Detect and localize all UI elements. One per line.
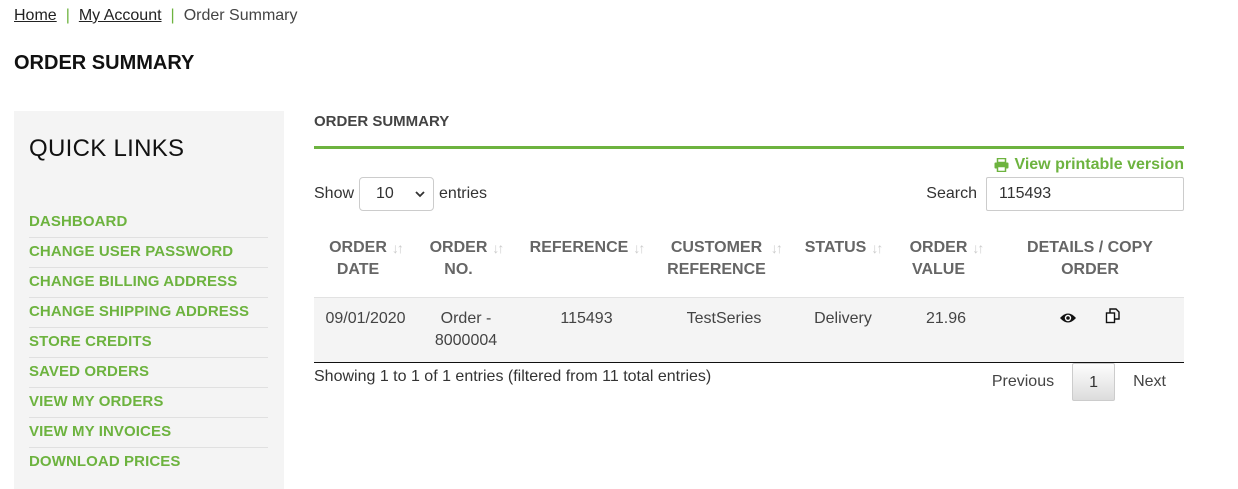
search-control: Search bbox=[926, 177, 1184, 211]
pagination: Previous 1 Next bbox=[974, 363, 1184, 401]
breadcrumb-separator: | bbox=[65, 7, 70, 24]
order-summary-panel: ORDER SUMMARY View printable version Sho… bbox=[314, 111, 1184, 401]
printable-version-label: View printable version bbox=[1014, 156, 1184, 173]
section-title: ORDER SUMMARY bbox=[314, 111, 1184, 149]
sidebar-item-change-password: CHANGE USER PASSWORD bbox=[29, 238, 268, 268]
copy-icon[interactable] bbox=[1105, 308, 1121, 331]
search-input[interactable] bbox=[986, 177, 1184, 211]
sidebar-link-view-orders[interactable]: VIEW MY ORDERS bbox=[29, 393, 163, 410]
cell-order-date: 09/01/2020 bbox=[314, 297, 417, 363]
sidebar-item-saved-orders: SAVED ORDERS bbox=[29, 358, 268, 388]
sort-icon: ↓↑ bbox=[972, 240, 984, 256]
sidebar-link-saved-orders[interactable]: SAVED ORDERS bbox=[29, 363, 149, 380]
column-header-order-date[interactable]: ORDER DATE ↓↑ bbox=[314, 229, 417, 298]
table-info: Showing 1 to 1 of 1 entries (filtered fr… bbox=[314, 368, 712, 385]
cell-order-no: Order -8000004 bbox=[417, 297, 515, 363]
pagination-previous[interactable]: Previous bbox=[974, 363, 1072, 401]
quick-links-sidebar: QUICK LINKS DASHBOARD CHANGE USER PASSWO… bbox=[14, 111, 284, 489]
entries-label: entries bbox=[439, 185, 488, 202]
breadcrumb-current: Order Summary bbox=[183, 7, 298, 24]
cell-customer-reference: TestSeries bbox=[658, 297, 790, 363]
eye-icon[interactable] bbox=[1059, 309, 1077, 331]
sidebar-list: DASHBOARD CHANGE USER PASSWORD CHANGE BI… bbox=[29, 208, 268, 478]
column-header-details-copy: DETAILS / COPY ORDER bbox=[996, 229, 1184, 298]
pagination-page-1[interactable]: 1 bbox=[1072, 363, 1116, 401]
search-label: Search bbox=[926, 185, 977, 202]
orders-table: ORDER DATE ↓↑ ORDER NO. ↓↑ REFERENCE ↓↑ CUSTO… bbox=[314, 229, 1184, 363]
sidebar-link-change-shipping[interactable]: CHANGE SHIPPING ADDRESS bbox=[29, 303, 249, 320]
table-header-row: ORDER DATE ↓↑ ORDER NO. ↓↑ REFERENCE ↓↑ CUSTO… bbox=[314, 229, 1184, 298]
page-title: ORDER SUMMARY bbox=[14, 52, 195, 74]
sidebar-item-download-prices: DOWNLOAD PRICES bbox=[29, 448, 268, 478]
sidebar-link-change-billing[interactable]: CHANGE BILLING ADDRESS bbox=[29, 273, 237, 290]
entries-select[interactable]: 10 bbox=[359, 177, 435, 211]
breadcrumb-home-link[interactable]: Home bbox=[14, 7, 57, 25]
sidebar-item-change-billing: CHANGE BILLING ADDRESS bbox=[29, 268, 268, 298]
sidebar-link-download-prices[interactable]: DOWNLOAD PRICES bbox=[29, 453, 181, 470]
breadcrumb-account-link[interactable]: My Account bbox=[79, 7, 162, 25]
sort-icon: ↓↑ bbox=[633, 240, 645, 256]
sidebar-item-dashboard: DASHBOARD bbox=[29, 208, 268, 238]
pagination-next[interactable]: Next bbox=[1115, 363, 1184, 401]
cell-actions bbox=[996, 297, 1184, 363]
page-length-control: Show 10 entries bbox=[314, 177, 487, 211]
column-header-order-value[interactable]: ORDER VALUE ↓↑ bbox=[896, 229, 996, 298]
cell-reference: 115493 bbox=[515, 297, 658, 363]
sort-icon: ↓↑ bbox=[492, 240, 504, 256]
column-header-customer-reference[interactable]: CUSTOMER REFERENCE ↓↑ bbox=[658, 229, 790, 298]
printable-version-link[interactable]: View printable version bbox=[994, 156, 1184, 174]
cell-order-value: 21.96 bbox=[896, 297, 996, 363]
sidebar-link-view-invoices[interactable]: VIEW MY INVOICES bbox=[29, 423, 171, 440]
sidebar-item-view-orders: VIEW MY ORDERS bbox=[29, 388, 268, 418]
sort-icon: ↓↑ bbox=[391, 240, 404, 256]
entries-select-value: 10 bbox=[376, 185, 394, 202]
sidebar-title: QUICK LINKS bbox=[29, 135, 185, 162]
table-row: 09/01/2020 Order -8000004 115493 TestSer… bbox=[314, 297, 1184, 363]
sort-icon: ↓↑ bbox=[770, 240, 783, 256]
sidebar-link-dashboard[interactable]: DASHBOARD bbox=[29, 213, 127, 230]
breadcrumb-separator: | bbox=[170, 7, 175, 24]
column-header-order-no[interactable]: ORDER NO. ↓↑ bbox=[417, 229, 515, 298]
sidebar-item-view-invoices: VIEW MY INVOICES bbox=[29, 418, 268, 448]
sidebar-link-change-password[interactable]: CHANGE USER PASSWORD bbox=[29, 243, 233, 260]
sidebar-item-store-credits: STORE CREDITS bbox=[29, 328, 268, 358]
printer-icon bbox=[994, 158, 1009, 172]
sidebar-item-change-shipping: CHANGE SHIPPING ADDRESS bbox=[29, 298, 268, 328]
chevron-down-icon bbox=[415, 190, 425, 197]
sort-icon: ↓↑ bbox=[871, 240, 883, 256]
table-controls: Show 10 entries Search bbox=[314, 177, 1184, 211]
breadcrumb: Home | My Account | Order Summary bbox=[14, 7, 298, 25]
cell-status: Delivery bbox=[790, 297, 896, 363]
column-header-reference[interactable]: REFERENCE ↓↑ bbox=[515, 229, 658, 298]
column-header-status[interactable]: STATUS ↓↑ bbox=[790, 229, 896, 298]
sidebar-link-store-credits[interactable]: STORE CREDITS bbox=[29, 333, 152, 350]
show-label: Show bbox=[314, 185, 355, 202]
